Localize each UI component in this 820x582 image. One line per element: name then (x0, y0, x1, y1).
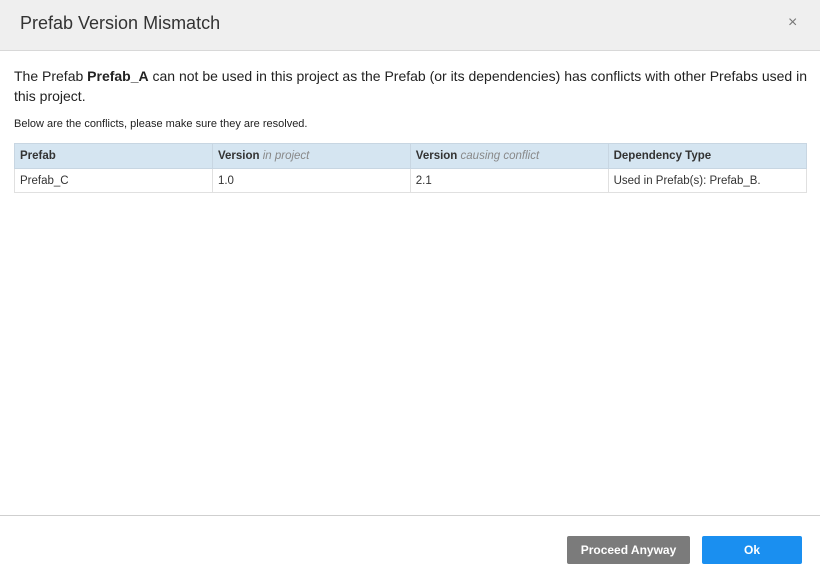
header-prefab: Prefab (14, 143, 213, 169)
cell-prefab: Prefab_C (14, 168, 213, 193)
ok-button[interactable]: Ok (702, 536, 802, 564)
conflicts-subtext: Below are the conflicts, please make sur… (14, 118, 308, 130)
table-row: Prefab_C 1.0 2.1 Used in Prefab(s): Pref… (14, 168, 808, 193)
conflicts-table: Prefab Version in project Version causin… (14, 143, 808, 193)
header-version-causing-conflict: Version causing conflict (409, 143, 609, 169)
footer-divider (0, 515, 820, 516)
message-prefix: The Prefab (14, 68, 88, 84)
close-icon[interactable]: × (788, 14, 797, 32)
header-dependency-type: Dependency Type (607, 143, 808, 169)
dialog-header: Prefab Version Mismatch × (0, 0, 820, 51)
dialog-title: Prefab Version Mismatch (20, 13, 221, 33)
cell-version-causing-conflict: 2.1 (409, 168, 609, 193)
conflict-message: The Prefab Prefab_A can not be used in t… (14, 66, 809, 106)
proceed-anyway-button[interactable]: Proceed Anyway (567, 536, 690, 564)
cell-dependency-type: Used in Prefab(s): Prefab_B. (607, 168, 808, 193)
header-version-in-project: Version in project (211, 143, 411, 169)
table-header-row: Prefab Version in project Version causin… (14, 143, 808, 169)
message-prefab-name: Prefab_A (87, 68, 149, 84)
cell-version-in-project: 1.0 (211, 168, 411, 193)
